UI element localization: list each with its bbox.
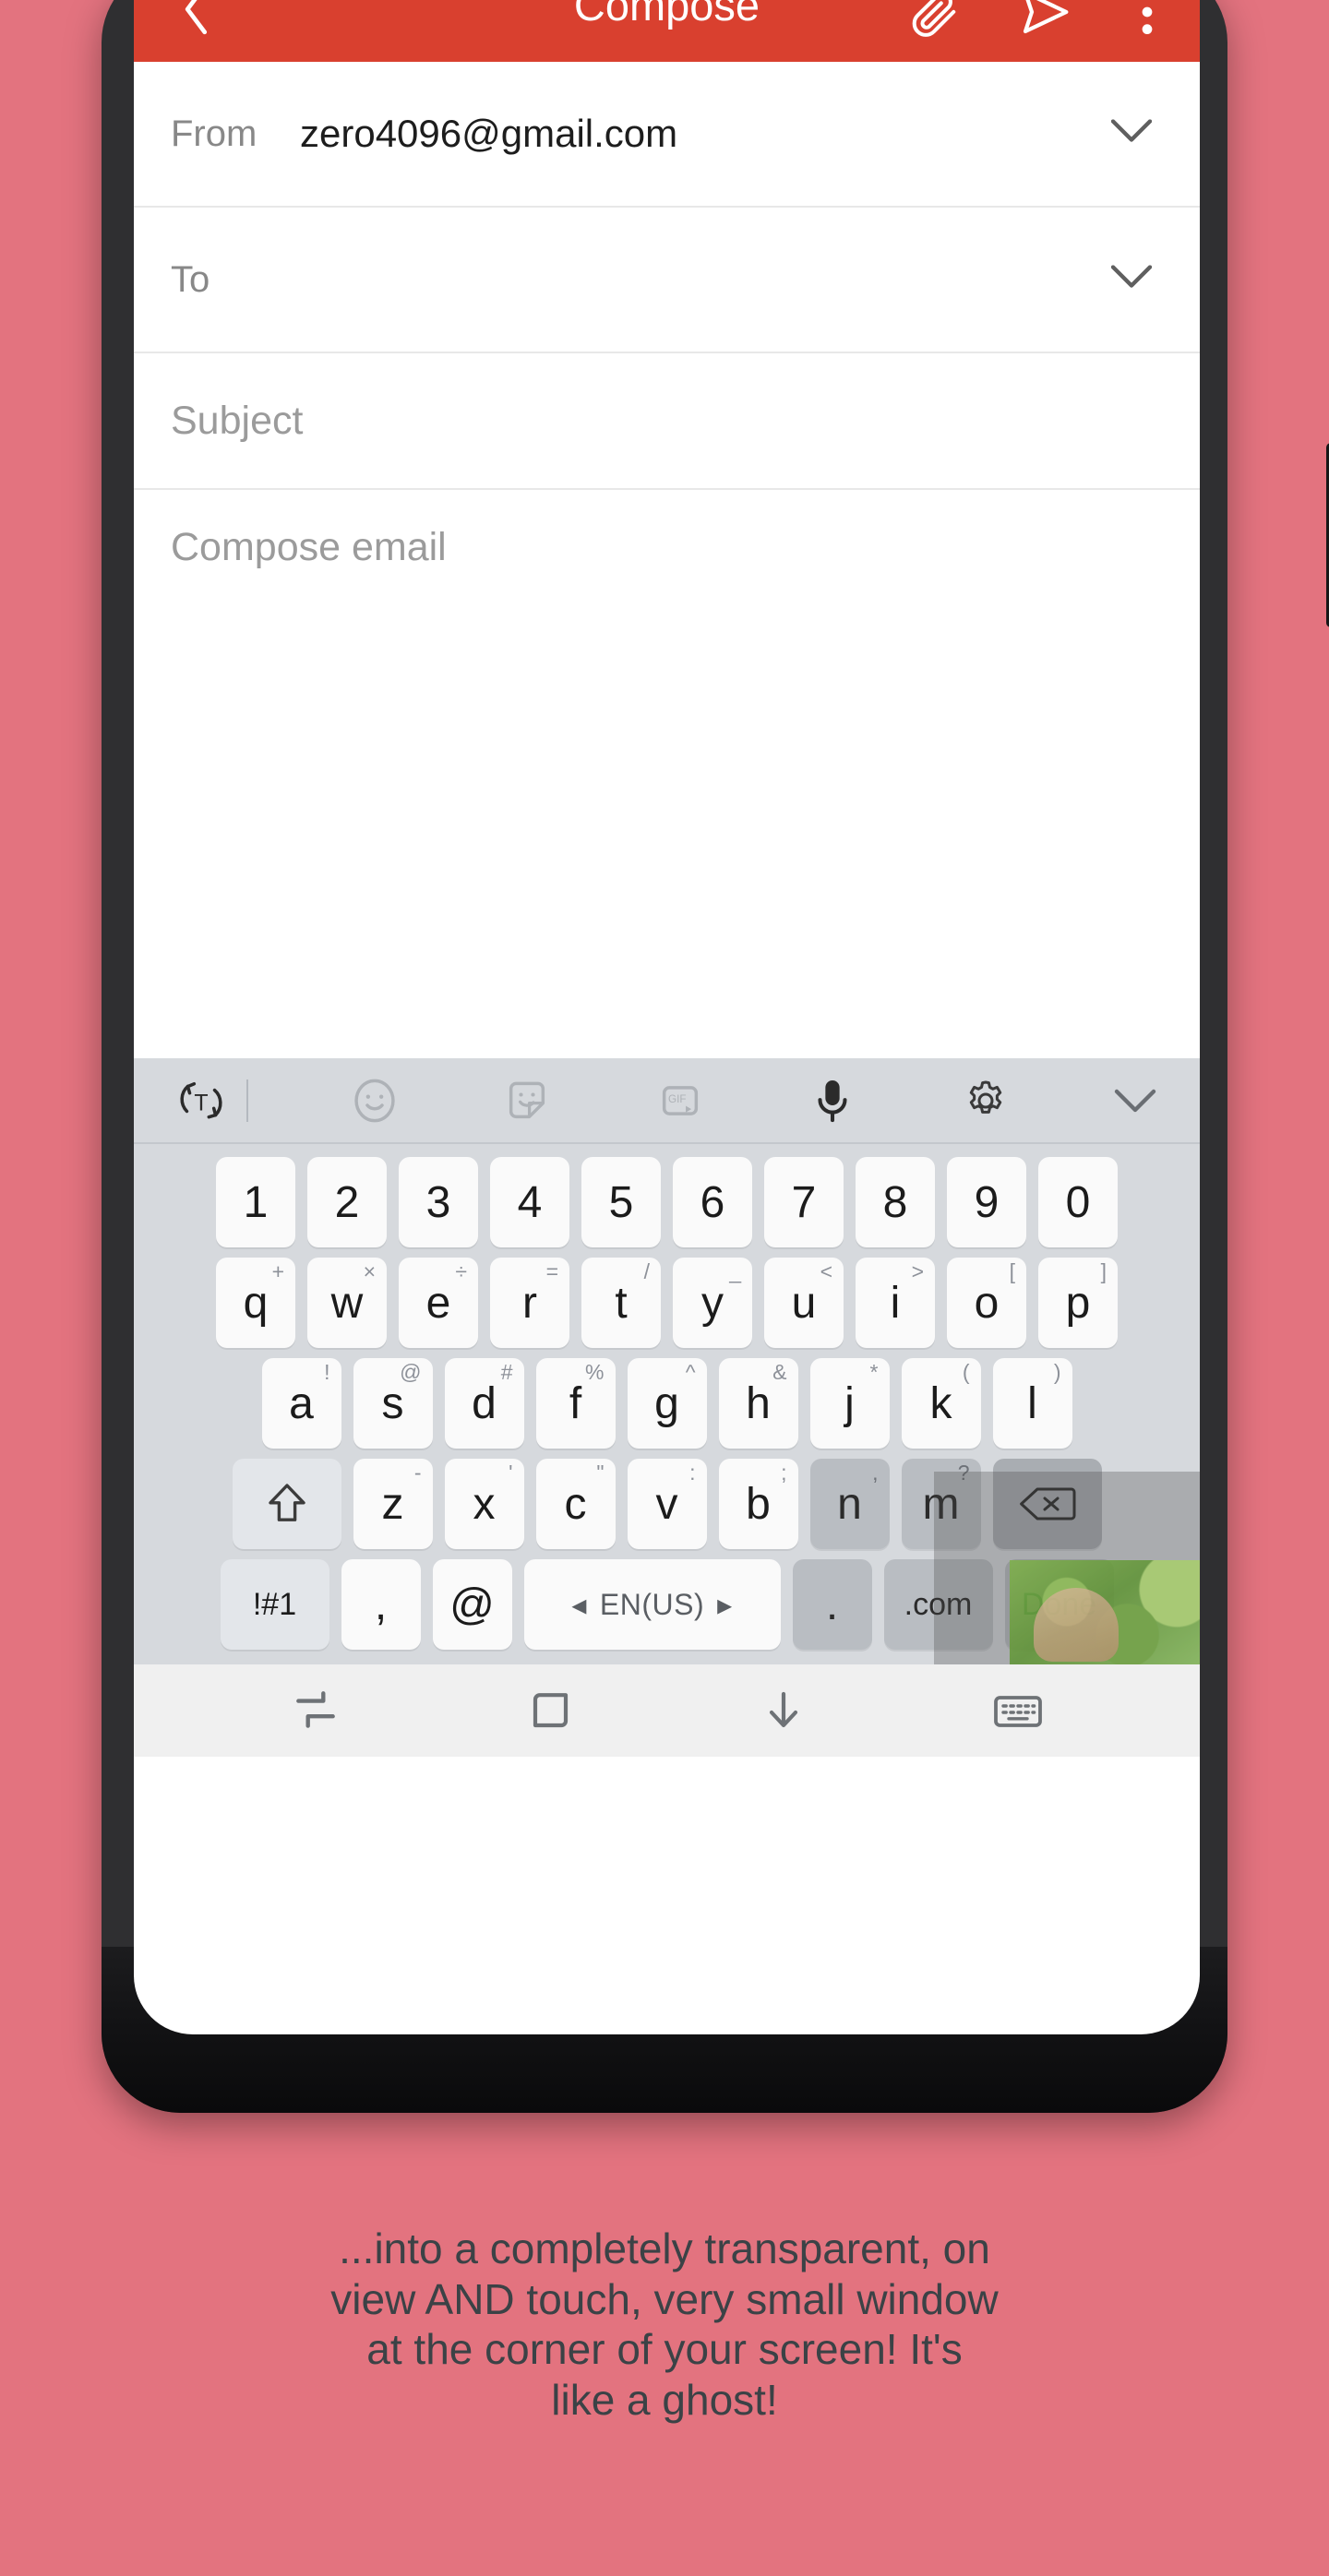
key-i[interactable]: > i: [856, 1258, 935, 1348]
key-9[interactable]: 9: [947, 1157, 1026, 1247]
comma-key[interactable]: ,: [341, 1559, 421, 1650]
phone-screen: Compose From zero4096@gmail.com To Subje…: [134, 0, 1200, 2034]
from-value: zero4096@gmail.com: [300, 112, 678, 155]
key-8[interactable]: 8: [856, 1157, 935, 1247]
chevron-down-icon[interactable]: [1110, 119, 1153, 149]
language-next-arrow[interactable]: ▸: [717, 1587, 733, 1622]
space-language-key[interactable]: ◂ EN(US) ▸: [523, 1559, 781, 1650]
backspace-key[interactable]: [992, 1459, 1102, 1549]
key-j[interactable]: * j: [809, 1358, 890, 1449]
translate-icon[interactable]: T: [165, 1076, 237, 1126]
key-2[interactable]: 2: [307, 1157, 387, 1247]
dotcom-key[interactable]: .com: [883, 1559, 993, 1650]
svg-text:GIF: GIF: [668, 1093, 686, 1105]
keyboard-row-bottom-letters: -z ' x " c :v ; b ,n ? m: [134, 1449, 1200, 1549]
key-3[interactable]: 3: [399, 1157, 478, 1247]
from-label: From: [171, 113, 257, 154]
caption-text: ...into a completely transparent, on vie…: [0, 2224, 1329, 2426]
screenshot-root: Compose From zero4096@gmail.com To Subje…: [0, 0, 1329, 2576]
key-x[interactable]: ' x: [444, 1459, 524, 1549]
key-w[interactable]: × w: [307, 1258, 387, 1348]
key-v[interactable]: :v: [627, 1459, 707, 1549]
from-field[interactable]: From zero4096@gmail.com: [134, 62, 1200, 208]
caption-line-1: ...into a completely transparent, on: [339, 2224, 990, 2272]
language-prev-arrow[interactable]: ◂: [571, 1587, 587, 1622]
key-y[interactable]: _ y: [673, 1258, 752, 1348]
subject-placeholder: Subject: [171, 398, 304, 443]
emoji-icon[interactable]: [339, 1077, 411, 1125]
key-f[interactable]: % f: [535, 1358, 616, 1449]
send-icon[interactable]: [1019, 0, 1071, 38]
key-q[interactable]: + q: [216, 1258, 295, 1348]
key-d[interactable]: # d: [444, 1358, 524, 1449]
key-0[interactable]: 0: [1038, 1157, 1118, 1247]
split-screen-icon[interactable]: [269, 1664, 362, 1757]
keyboard-row-top: + q × w ÷ e = r / t _ y < u > i [o ] p: [134, 1247, 1200, 1348]
caption-line-4: like a ghost!: [551, 2376, 778, 2425]
done-key[interactable]: Done: [1004, 1559, 1114, 1650]
key-o[interactable]: [o: [947, 1258, 1026, 1348]
sticker-icon[interactable]: [491, 1077, 563, 1125]
key-c[interactable]: " c: [535, 1459, 616, 1549]
home-square-icon[interactable]: [504, 1664, 596, 1757]
key-h[interactable]: & h: [718, 1358, 798, 1449]
microphone-icon[interactable]: [796, 1076, 868, 1126]
android-nav-bar: [134, 1664, 1200, 1757]
at-key[interactable]: @: [432, 1559, 512, 1650]
keyboard-row-function: !#1 , @ ◂ EN(US) ▸ . .com Done: [134, 1549, 1200, 1664]
backspace-icon: [1019, 1487, 1076, 1521]
keyboard-toolbar: T GIF: [134, 1058, 1200, 1144]
chevron-down-icon[interactable]: [1110, 265, 1153, 294]
svg-text:T: T: [194, 1090, 208, 1115]
key-s[interactable]: @ s: [353, 1358, 433, 1449]
page-title: Compose: [573, 0, 760, 30]
keyboard-row-home: ! a @ s # d % f ^ g & h * j (k ) l: [134, 1348, 1200, 1449]
body-placeholder: Compose email: [171, 525, 447, 569]
language-label: EN(US): [599, 1587, 705, 1621]
to-field[interactable]: To: [134, 208, 1200, 353]
caption-line-2: view AND touch, very small window: [330, 2274, 999, 2323]
keyboard-row-numbers: 1 2 3 4 5 6 7 8 9 0: [134, 1144, 1200, 1247]
key-g[interactable]: ^ g: [627, 1358, 707, 1449]
key-l[interactable]: ) l: [992, 1358, 1072, 1449]
email-body-field[interactable]: Compose email: [134, 490, 1200, 1058]
keyboard: T GIF 1 2 3 4 5 6 7 8 9 0 + q × w ÷ e = …: [134, 1058, 1200, 1664]
key-e[interactable]: ÷ e: [399, 1258, 478, 1348]
key-u[interactable]: < u: [764, 1258, 844, 1348]
more-vertical-icon[interactable]: [1139, 0, 1155, 38]
key-k[interactable]: (k: [901, 1358, 981, 1449]
back-arrow-icon[interactable]: [180, 0, 215, 38]
subject-field[interactable]: Subject: [134, 353, 1200, 490]
symbols-key[interactable]: !#1: [220, 1559, 329, 1650]
period-key[interactable]: .: [792, 1559, 872, 1650]
key-b[interactable]: ; b: [718, 1459, 798, 1549]
keyboard-icon[interactable]: [972, 1664, 1064, 1757]
app-bar: Compose: [134, 0, 1200, 62]
key-p[interactable]: ] p: [1038, 1258, 1118, 1348]
key-z[interactable]: -z: [353, 1459, 433, 1549]
toolbar-divider: [246, 1079, 248, 1122]
hide-keyboard-arrow-down-icon[interactable]: [737, 1664, 830, 1757]
collapse-chevron-icon[interactable]: [1102, 1088, 1168, 1114]
key-m[interactable]: ? m: [901, 1459, 981, 1549]
key-7[interactable]: 7: [764, 1157, 844, 1247]
key-5[interactable]: 5: [581, 1157, 661, 1247]
key-r[interactable]: = r: [490, 1258, 569, 1348]
to-label: To: [171, 258, 210, 300]
key-4[interactable]: 4: [490, 1157, 569, 1247]
key-a[interactable]: ! a: [261, 1358, 341, 1449]
settings-gear-icon[interactable]: [950, 1076, 1022, 1126]
shift-key[interactable]: [232, 1459, 341, 1549]
key-1[interactable]: 1: [216, 1157, 295, 1247]
key-n[interactable]: ,n: [809, 1459, 890, 1549]
shift-icon: [268, 1484, 305, 1521]
gif-icon[interactable]: GIF: [644, 1077, 716, 1125]
attach-icon[interactable]: [910, 0, 960, 38]
key-6[interactable]: 6: [673, 1157, 752, 1247]
key-t[interactable]: / t: [581, 1258, 661, 1348]
caption-line-3: at the corner of your screen! It's: [366, 2325, 963, 2374]
